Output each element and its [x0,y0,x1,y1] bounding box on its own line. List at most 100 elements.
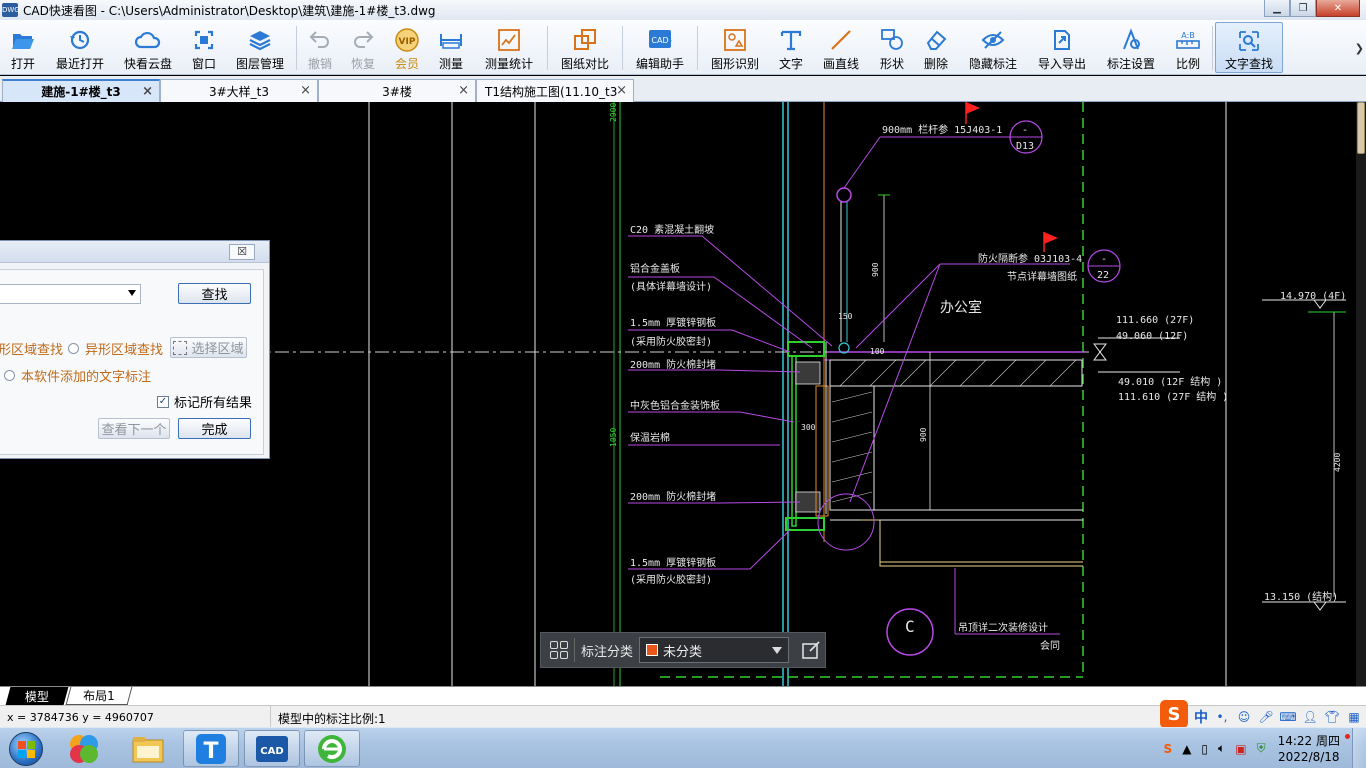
grid-menu-icon[interactable]: ▦ [1346,710,1362,724]
window-controls: ▁ ❐ ✕ [1264,0,1360,17]
tab-doc-4[interactable]: T1结构施工图(11.10_t3 × [476,79,634,102]
edit-helper-button[interactable]: CAD 编辑助手 [625,20,695,75]
measure-button[interactable]: 测量 [429,20,473,75]
taskbar-app-t[interactable]: T [183,730,239,767]
ceiling-note: 吊顶详二次装修设计 [958,621,1048,634]
draw-line-button[interactable]: 画直线 [812,20,870,75]
drawing-canvas[interactable]: 900mm 栏杆参 15J403-1 - D13 C20 素混凝土翻坡 铝合金盖… [0,102,1356,686]
dim-900-b: 900 [919,427,928,442]
sogou-tray-icon[interactable]: S [1164,742,1173,756]
shield-icon[interactable]: ⛨ [1257,741,1266,756]
window-button[interactable]: 窗口 [182,20,226,75]
ime-mode[interactable]: 中 [1194,707,1208,727]
text-search-button[interactable]: 文字查找 [1215,22,1283,73]
shape-button[interactable]: 形状 [870,20,914,75]
toolbar-label: 窗口 [191,57,216,71]
toolbar-label: 图层管理 [235,57,284,71]
tab-doc-2[interactable]: 3#大样_t3 × [160,79,318,102]
restore-button[interactable]: ❐ [1290,0,1316,17]
sogou-ime-icon[interactable]: S [1160,700,1188,728]
import-export-button[interactable]: 导入导出 [1028,20,1096,75]
user-icon[interactable]: 👤︎ [1302,710,1318,724]
mark-all-checkbox[interactable]: ✓ 标记所有结果 [157,392,252,411]
d13-label: D13 [1016,141,1034,152]
find-button[interactable]: 查找 [178,283,251,304]
search-input[interactable] [0,284,141,304]
tab-doc-1[interactable]: 建施-1#楼_t3 × [2,79,160,102]
taskbar-browser[interactable] [304,730,360,767]
delete-button[interactable]: 删除 [914,20,958,75]
taskbar-explorer[interactable] [120,730,176,767]
tab-layout1[interactable]: 布局1 [65,687,133,705]
dialog-body: 查找 形区域查找 异形区域查找 选择区域 本软件添加的文字标注 ✓ 标记所有结果… [0,269,264,455]
vertical-scrollbar[interactable] [1356,102,1366,686]
undo-button[interactable]: 撤销 [299,20,341,75]
vip-button[interactable]: VIP 会员 [385,20,429,75]
shape-recognize-button[interactable]: 图形识别 [700,20,770,75]
tab-close-icon[interactable]: × [142,84,153,99]
toolbar-label: 图纸对比 [560,57,609,71]
open-button[interactable]: 打开 [0,20,46,75]
show-desktop-button[interactable] [1352,728,1366,768]
software-text-option[interactable]: 本软件添加的文字标注 [4,366,151,385]
layer-manager-button[interactable]: 图层管理 [226,20,294,75]
rect-area-option[interactable]: 形区域查找 [0,339,63,358]
skin-icon[interactable]: 👕︎ [1324,710,1340,724]
toolbar-more-icon[interactable]: ❯ [1355,42,1364,55]
minimize-button[interactable]: ▁ [1264,0,1290,17]
history-icon [67,27,93,53]
ime-toolbar: S 中 •, ☺ 🎤︎ ⌨ 👤︎ 👕︎ ▦ [1160,700,1366,728]
scrollbar-thumb[interactable] [1357,102,1365,154]
title-bar: DWG CAD快速看图 - C:\Users\Administrator\Des… [0,0,1366,20]
chevron-down-icon[interactable] [128,290,136,296]
done-button[interactable]: 完成 [178,418,251,439]
annotation-settings-button[interactable]: 标注设置 [1096,20,1166,75]
tab-close-icon[interactable]: × [616,83,627,98]
measure-stats-button[interactable]: 测量统计 [473,20,545,75]
drawing-compare-button[interactable]: 图纸对比 [550,20,620,75]
view-next-button[interactable]: 查看下一个 [98,418,170,439]
text-search-icon [1236,28,1262,53]
toolbar-label: 最近打开 [55,57,104,71]
tab-close-icon[interactable]: × [300,83,311,98]
toolbar-separator [697,26,698,70]
toolbar-separator [547,26,548,70]
text-button[interactable]: 文字 [770,20,812,75]
radio-icon[interactable] [68,343,79,354]
taskbar-app-colorful[interactable] [56,730,112,767]
usb-icon[interactable]: ▯ [1201,742,1208,756]
start-button[interactable] [4,730,48,768]
volume-icon[interactable]: 🔈︎ [1218,741,1225,756]
ime-punctuation[interactable]: •, [1214,710,1230,724]
redo-button[interactable]: 恢复 [341,20,385,75]
close-window-button[interactable]: ✕ [1316,0,1360,17]
emoji-icon[interactable]: ☺ [1236,710,1252,724]
annotation-category-select[interactable]: 未分类 [639,637,790,663]
edit-icon[interactable] [801,640,821,660]
grid-icon[interactable] [550,641,568,659]
network-icon[interactable]: ▣ [1235,742,1246,756]
annotation-scale: 模型中的标注比例:1 [278,712,386,726]
toolbar-label: 撤销 [307,57,332,71]
irregular-area-option[interactable]: 异形区域查找 [68,339,163,358]
system-clock[interactable]: 14:22 周四 2022/8/18 [1278,733,1340,765]
keyboard-icon[interactable]: ⌨ [1279,710,1296,724]
n22-label: 22 [1097,270,1109,281]
dialog-close-button[interactable]: ☒ [229,244,255,260]
microphone-icon[interactable]: 🎤︎ [1258,710,1274,724]
hide-annotation-button[interactable]: 隐藏标注 [958,20,1028,75]
recent-open-button[interactable]: 最近打开 [46,20,114,75]
scale-button[interactable]: A:B 比例 [1166,20,1210,75]
toolbar-label: 文字 [778,57,803,71]
checkbox-checked-icon[interactable]: ✓ [157,395,169,408]
chevron-up-icon[interactable]: ▲ [1182,742,1191,756]
radio-icon[interactable] [4,370,15,381]
steel-plate-sub-label-1: (采用防火胶密封) [630,335,712,348]
tab-model[interactable]: 模型 [5,687,69,705]
tab-close-icon[interactable]: × [458,83,469,98]
cloud-disk-button[interactable]: 快看云盘 [114,20,182,75]
taskbar-cad-viewer[interactable]: CAD [244,730,300,767]
select-area-icon [173,340,188,355]
tab-doc-3[interactable]: 3#楼 × [318,79,476,102]
select-area-button[interactable]: 选择区域 [170,337,247,358]
